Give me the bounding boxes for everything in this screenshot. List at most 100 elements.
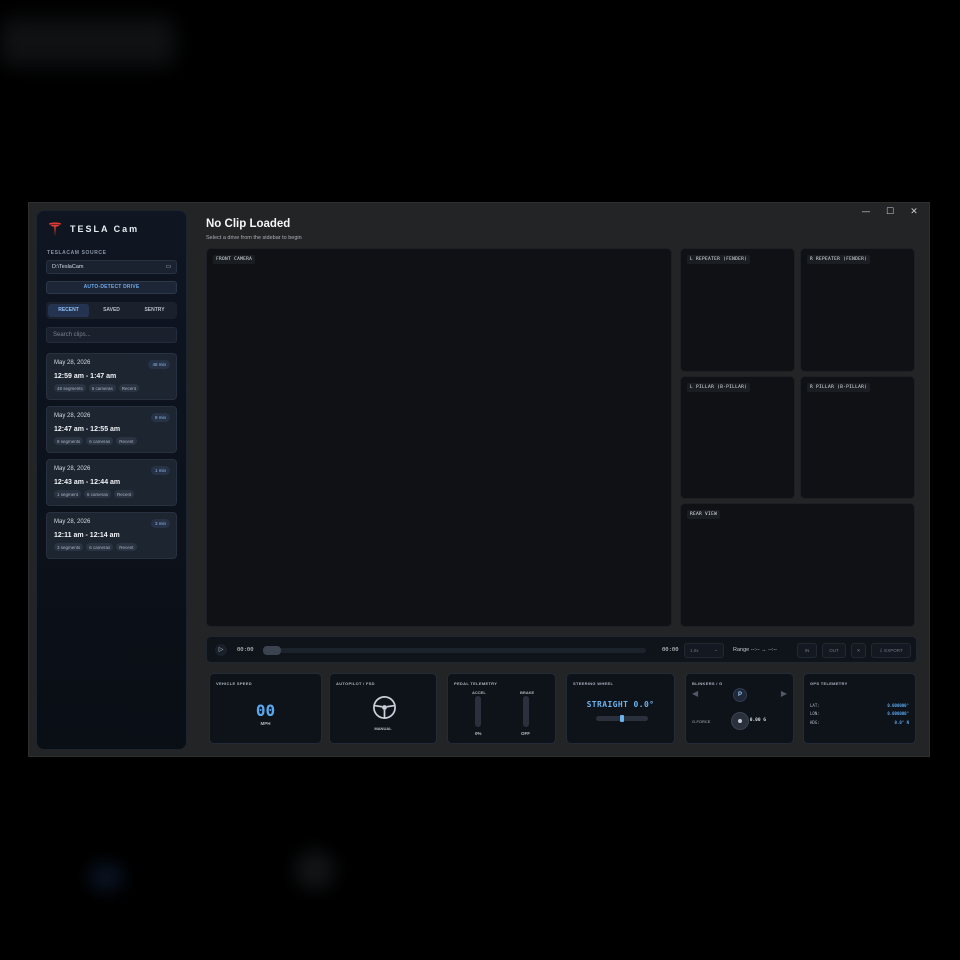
g-force-label: G-FORCE bbox=[692, 719, 711, 724]
steering-value: STRAIGHT 0.0° bbox=[586, 700, 655, 709]
camera-label: FRONT CAMERA bbox=[213, 255, 256, 264]
minimize-icon[interactable]: — bbox=[859, 207, 873, 217]
clip-time: 12:47 am - 12:55 am bbox=[54, 426, 121, 433]
clip-card[interactable]: May 28, 2026 8 min 12:47 am - 12:55 am 8… bbox=[46, 406, 177, 453]
scrubber-handle[interactable] bbox=[263, 646, 281, 655]
segments-tag: 1 segment bbox=[54, 490, 82, 498]
clip-time: 12:59 am - 1:47 am bbox=[54, 373, 117, 380]
accel-bar bbox=[475, 696, 481, 727]
brand-logo: TESLA Cam bbox=[48, 221, 177, 237]
page-subtitle: Select a drive from the sidebar to begin bbox=[206, 235, 302, 241]
steering-indicator bbox=[596, 715, 648, 722]
rear-camera-view[interactable]: REAR VIEW bbox=[680, 503, 915, 627]
panel-title: AUTOPILOT / FSD bbox=[336, 681, 375, 686]
longitude-value: 0.000000° bbox=[887, 711, 909, 716]
clip-list: May 28, 2026 48 min 12:59 am - 1:47 am 4… bbox=[46, 353, 177, 559]
autopilot-panel: AUTOPILOT / FSD MANUAL bbox=[329, 673, 437, 744]
steering-wheel-icon bbox=[373, 696, 396, 719]
gps-panel: GPS TELEMETRY LAT: 0.000000° LON: 0.0000… bbox=[803, 673, 916, 744]
playback-speed-select[interactable]: 1.0x ⌄ bbox=[684, 643, 724, 658]
right-repeater-view[interactable]: R REPEATER (FENDER) bbox=[800, 248, 915, 372]
duration-badge: 1 min bbox=[150, 466, 170, 475]
recent-tag: Recent bbox=[116, 437, 137, 445]
segments-tag: 8 segments bbox=[54, 437, 84, 445]
recent-tag: Recent bbox=[118, 384, 140, 392]
page-title: No Clip Loaded bbox=[206, 218, 291, 230]
cameras-tag: 6 cameras bbox=[86, 437, 114, 445]
latitude-label: LAT: bbox=[810, 703, 820, 708]
panel-title: GPS TELEMETRY bbox=[810, 681, 848, 686]
camera-label: L PILLAR (B-PILLAR) bbox=[687, 383, 751, 392]
left-repeater-view[interactable]: L REPEATER (FENDER) bbox=[680, 248, 795, 372]
autopilot-status: MANUAL bbox=[374, 726, 392, 731]
folder-icon[interactable]: ▭ bbox=[164, 263, 173, 272]
steering-indicator-thumb bbox=[620, 715, 624, 722]
panel-title: PEDAL TELEMETRY bbox=[454, 681, 498, 686]
clip-tabs: RECENT SAVED SENTRY bbox=[46, 302, 177, 319]
blurred-background bbox=[88, 862, 124, 892]
panel-title: STEERING WHEEL bbox=[573, 681, 614, 686]
panel-title: VEHICLE SPEED bbox=[216, 681, 252, 686]
pedal-panel: PEDAL TELEMETRY ACCEL BRAKE 0% OFF bbox=[447, 673, 556, 744]
speed-value: 1.0x bbox=[690, 648, 699, 653]
camera-label: REAR VIEW bbox=[687, 510, 721, 519]
right-blinker-icon: ▶ bbox=[780, 689, 787, 698]
total-time: 00:00 bbox=[662, 647, 679, 653]
mark-in-button[interactable]: IN bbox=[797, 643, 817, 658]
longitude-row: LON: 0.000000° bbox=[810, 711, 909, 716]
source-path-value: D:\TeslaCam bbox=[52, 264, 84, 270]
left-pillar-view[interactable]: L PILLAR (B-PILLAR) bbox=[680, 376, 795, 499]
camera-label: L REPEATER (FENDER) bbox=[687, 255, 751, 264]
tab-recent[interactable]: RECENT bbox=[48, 304, 89, 317]
g-force-value: 0.00 G bbox=[749, 718, 766, 723]
tab-saved[interactable]: SAVED bbox=[91, 304, 132, 317]
gear-indicator: P bbox=[733, 688, 747, 702]
tesla-logo-icon bbox=[48, 221, 62, 236]
right-pillar-view[interactable]: R PILLAR (B-PILLAR) bbox=[800, 376, 915, 499]
sidebar: TESLA Cam TESLACAM SOURCE D:\TeslaCam ▭ … bbox=[36, 210, 187, 750]
heading-row: HDG: 0.0° N bbox=[810, 720, 909, 725]
clip-time: 12:43 am - 12:44 am bbox=[54, 479, 121, 486]
clip-card[interactable]: May 28, 2026 48 min 12:59 am - 1:47 am 4… bbox=[46, 353, 177, 400]
app-window: — ☐ ✕ TESLA Cam TESLACAM SOURCE D:\Tesla… bbox=[28, 202, 930, 757]
brand-name: TESLA Cam bbox=[70, 224, 140, 234]
mark-out-button[interactable]: OUT bbox=[822, 643, 846, 658]
export-button[interactable]: ⇩ EXPORT bbox=[871, 643, 911, 658]
range-label: Range --:-- → --:-- bbox=[733, 647, 777, 653]
brake-bar bbox=[523, 696, 529, 727]
speed-value: 00 bbox=[255, 701, 276, 720]
search-input[interactable]: Search clips... bbox=[46, 327, 177, 343]
playback-bar: ▷ 00:00 00:00 1.0x ⌄ Range --:-- → --:--… bbox=[206, 636, 917, 663]
blinkers-panel: BLINKERS / G ◀ P ▶ G-FORCE 0.00 G bbox=[685, 673, 794, 744]
timeline-scrubber[interactable] bbox=[263, 646, 646, 655]
close-icon[interactable]: ✕ bbox=[907, 207, 921, 217]
steering-panel: STEERING WHEEL STRAIGHT 0.0° bbox=[566, 673, 675, 744]
longitude-label: LON: bbox=[810, 711, 820, 716]
duration-badge: 48 min bbox=[148, 360, 170, 369]
chevron-down-icon: ⌄ bbox=[713, 647, 718, 653]
cameras-tag: 6 cameras bbox=[84, 490, 112, 498]
tab-sentry[interactable]: SENTRY bbox=[134, 304, 175, 317]
source-path-field[interactable]: D:\TeslaCam ▭ bbox=[46, 260, 177, 274]
left-blinker-icon: ◀ bbox=[692, 689, 699, 698]
speed-unit: MPH bbox=[260, 721, 271, 726]
camera-label: R PILLAR (B-PILLAR) bbox=[807, 383, 871, 392]
brake-label: BRAKE bbox=[520, 690, 535, 695]
auto-detect-button[interactable]: AUTO-DETECT DRIVE bbox=[46, 281, 177, 294]
clip-card[interactable]: May 28, 2026 1 min 12:43 am - 12:44 am 1… bbox=[46, 459, 177, 506]
play-icon[interactable]: ▷ bbox=[215, 644, 227, 656]
clip-time: 12:11 am - 12:14 am bbox=[54, 532, 120, 539]
front-camera-view[interactable]: FRONT CAMERA bbox=[206, 248, 672, 627]
source-label: TESLACAM SOURCE bbox=[47, 250, 107, 256]
segments-tag: 3 segments bbox=[54, 543, 84, 551]
recent-tag: Recent bbox=[114, 490, 135, 498]
brake-value: OFF bbox=[521, 731, 530, 736]
heading-value: 0.0° N bbox=[894, 720, 909, 725]
clear-range-button[interactable]: ✕ bbox=[851, 643, 866, 658]
clip-card[interactable]: May 28, 2026 3 min 12:11 am - 12:14 am 3… bbox=[46, 512, 177, 559]
blurred-background bbox=[295, 850, 335, 890]
panel-title: BLINKERS / G bbox=[692, 681, 723, 686]
cameras-tag: 6 cameras bbox=[86, 543, 114, 551]
speed-panel: VEHICLE SPEED 00 MPH bbox=[209, 673, 322, 744]
maximize-icon[interactable]: ☐ bbox=[883, 207, 897, 217]
